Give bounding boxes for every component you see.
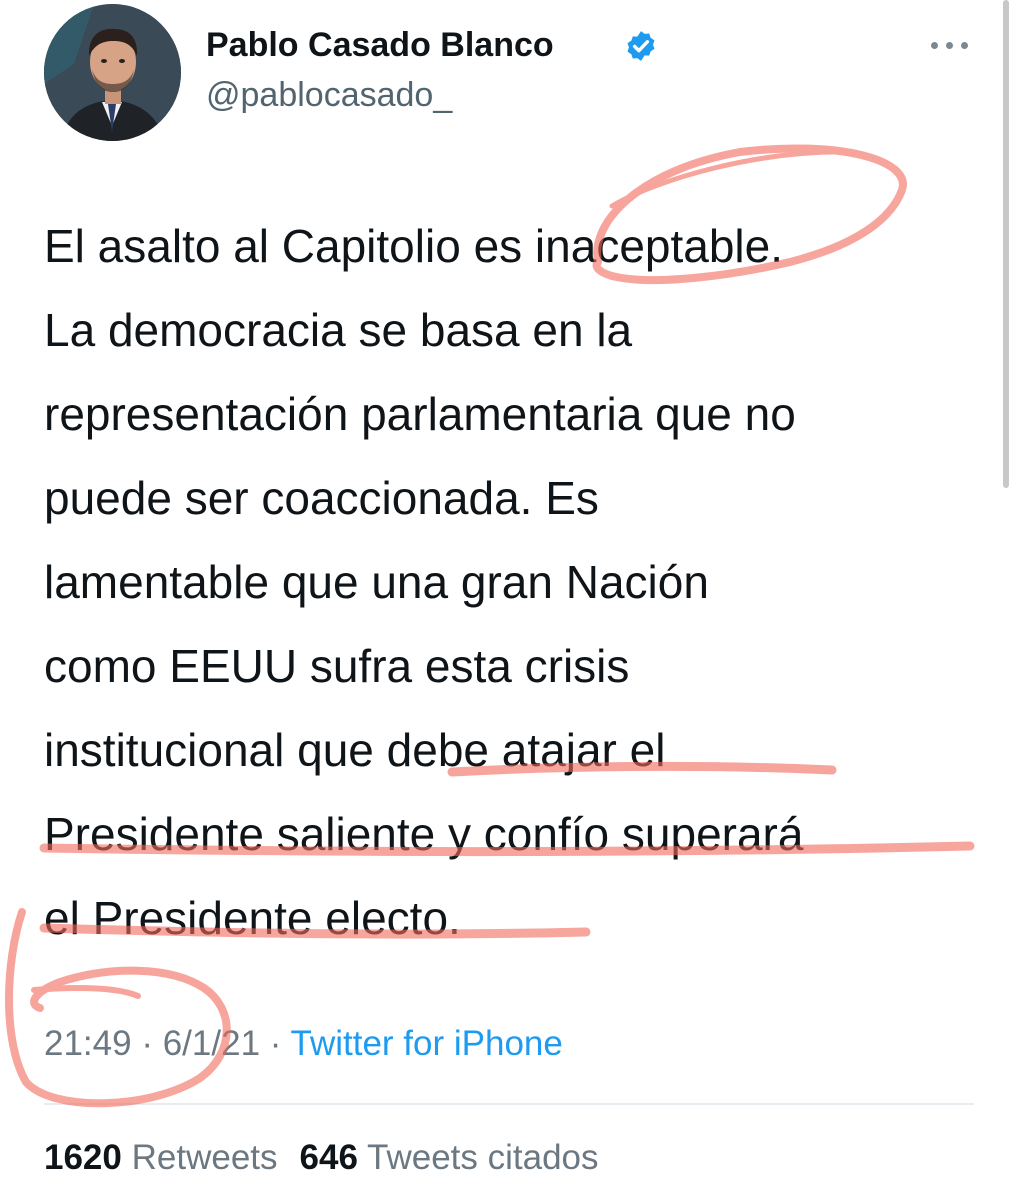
- more-dot: [931, 42, 938, 49]
- tweet-text-line: El asalto al Capitolio es inaceptable.: [44, 220, 784, 272]
- author-name[interactable]: Pablo Casado Blanco: [206, 26, 554, 65]
- quote-tweets-count: 646: [299, 1138, 358, 1177]
- tweet-detail: Pablo Casado Blanco @pablocasado_ El asa…: [0, 0, 1012, 1200]
- more-dot: [946, 42, 953, 49]
- retweets-stat[interactable]: 1620 Retweets: [44, 1138, 278, 1177]
- annotation-circle-timestamp: [31, 985, 141, 999]
- tweet-text-line: representación parlamentaria que no: [44, 388, 796, 440]
- tweet-text-line: puede ser coaccionada. Es: [44, 472, 599, 524]
- more-dot: [961, 42, 968, 49]
- profile-photo-icon: [44, 4, 181, 141]
- retweets-count: 1620: [44, 1138, 122, 1177]
- scrollbar[interactable]: [1003, 0, 1009, 488]
- meta-separator: ·: [141, 1024, 153, 1063]
- meta-separator: ·: [269, 1024, 282, 1063]
- tweet-time[interactable]: 21:49: [44, 1024, 132, 1063]
- tweet-text: El asalto al Capitolio es inaceptable. L…: [44, 204, 984, 960]
- author-handle[interactable]: @pablocasado_: [206, 76, 452, 115]
- divider: [44, 1103, 974, 1105]
- tweet-text-line: lamentable que una gran Nación: [44, 556, 709, 608]
- tweet-text-line: Presidente saliente y confío superará: [44, 808, 804, 860]
- tweet-text-line: el Presidente electo.: [44, 892, 461, 944]
- verified-badge-icon: [627, 31, 655, 61]
- tweet-text-line: institucional que debe atajar el: [44, 724, 666, 776]
- tweet-source-link[interactable]: Twitter for iPhone: [291, 1024, 563, 1063]
- quote-tweets-label: Tweets citados: [367, 1138, 599, 1177]
- tweet-date[interactable]: 6/1/21: [163, 1024, 260, 1063]
- avatar[interactable]: [44, 4, 181, 141]
- tweet-metadata: 21:49 · 6/1/21 · Twitter for iPhone: [44, 1024, 563, 1064]
- tweet-stats: 1620 Retweets 646 Tweets citados: [44, 1138, 599, 1178]
- tweet-text-line: como EEUU sufra esta crisis: [44, 640, 630, 692]
- tweet-text-line: La democracia se basa en la: [44, 304, 633, 356]
- quote-tweets-stat[interactable]: 646 Tweets citados: [300, 1138, 599, 1177]
- retweets-label: Retweets: [131, 1138, 278, 1177]
- more-options-icon[interactable]: [928, 28, 972, 62]
- annotation-circle-inaceptable: [609, 149, 853, 209]
